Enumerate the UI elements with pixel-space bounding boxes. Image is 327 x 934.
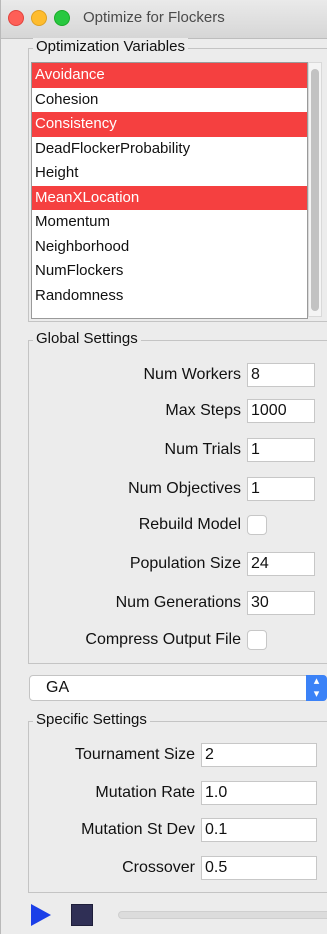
variable-list-item[interactable]: Cohesion	[32, 88, 307, 113]
num-objectives-label: Num Objectives	[128, 480, 241, 497]
optimization-variables-title: Optimization Variables	[33, 38, 188, 55]
variable-list-item[interactable]: MeanXLocation	[32, 185, 307, 210]
mutation-st-dev-field[interactable]	[201, 818, 317, 842]
variable-list-item[interactable]: Momentum	[32, 210, 307, 235]
population-size-label: Population Size	[129, 555, 241, 572]
variable-list-item[interactable]: Randomness	[32, 284, 307, 309]
window-title: Optimize for Flockers	[83, 9, 225, 26]
zoom-window-button[interactable]	[54, 10, 70, 26]
variables-scrollbar[interactable]	[308, 62, 322, 317]
population-size-row: Population Size	[130, 550, 315, 578]
variables-list[interactable]: Avoidance Cohesion Consistency DeadFlockerP…	[31, 62, 308, 319]
variable-list-item[interactable]: Neighborhood	[32, 235, 307, 260]
variable-list-item[interactable]: Height	[32, 161, 307, 186]
variable-list-item[interactable]: Avoidance	[32, 63, 307, 88]
mutation-rate-label: Mutation Rate	[95, 784, 195, 801]
play-icon[interactable]	[31, 904, 51, 926]
num-objectives-field[interactable]	[247, 477, 315, 501]
num-generations-label: Num Generations	[115, 594, 241, 611]
num-trials-row: Num Trials	[165, 436, 315, 464]
num-trials-field[interactable]	[247, 438, 315, 462]
select-arrows-icon[interactable]: ▴ ▾	[306, 675, 327, 701]
num-objectives-row: Num Objectives	[128, 475, 315, 503]
tournament-size-row: Tournament Size	[29, 741, 317, 769]
variable-list-item[interactable]: Consistency	[32, 112, 307, 137]
specific-settings-title: Specific Settings	[33, 711, 150, 728]
rebuild-model-row: Rebuild Model	[139, 511, 315, 539]
compress-output-label: Compress Output File	[85, 631, 241, 648]
max-steps-field[interactable]	[247, 399, 315, 423]
compress-output-row: Compress Output File	[85, 626, 315, 654]
rebuild-model-checkbox[interactable]	[247, 515, 267, 535]
algorithm-select-value: GA	[46, 679, 70, 696]
title-bar: Optimize for Flockers	[1, 0, 327, 39]
population-size-field[interactable]	[247, 552, 315, 576]
minimize-window-button[interactable]	[31, 10, 47, 26]
num-generations-field[interactable]	[247, 591, 315, 615]
mutation-st-dev-label: Mutation St Dev	[81, 821, 195, 838]
algorithm-select[interactable]: GA ▴ ▾	[29, 675, 327, 701]
tournament-size-field[interactable]	[201, 743, 317, 767]
rebuild-model-label: Rebuild Model	[138, 516, 241, 533]
mutation-rate-row: Mutation Rate	[29, 779, 317, 807]
num-trials-label: Num Trials	[164, 441, 241, 458]
num-workers-field[interactable]	[247, 363, 315, 387]
num-workers-label: Num Workers	[143, 366, 242, 383]
mutation-st-dev-row: Mutation St Dev	[29, 816, 317, 844]
variable-list-item[interactable]: NumFlockers	[32, 259, 307, 284]
max-steps-row: Max Steps	[165, 397, 315, 425]
scrollbar-thumb[interactable]	[311, 69, 319, 311]
close-window-button[interactable]	[8, 10, 24, 26]
progress-bar	[118, 911, 327, 919]
crossover-row: Crossover	[29, 854, 317, 882]
crossover-field[interactable]	[201, 856, 317, 880]
variable-list-item[interactable]: DeadFlockerProbability	[32, 137, 307, 162]
num-workers-row: Num Workers	[143, 361, 315, 389]
stop-icon[interactable]	[71, 904, 93, 926]
optimize-window: Optimize for Flockers Optimization Varia…	[0, 0, 327, 934]
compress-output-checkbox[interactable]	[247, 630, 267, 650]
max-steps-label: Max Steps	[165, 402, 241, 419]
tournament-size-label: Tournament Size	[74, 746, 195, 763]
num-generations-row: Num Generations	[116, 589, 315, 617]
crossover-label: Crossover	[122, 859, 195, 876]
global-settings-title: Global Settings	[33, 330, 141, 347]
mutation-rate-field[interactable]	[201, 781, 317, 805]
